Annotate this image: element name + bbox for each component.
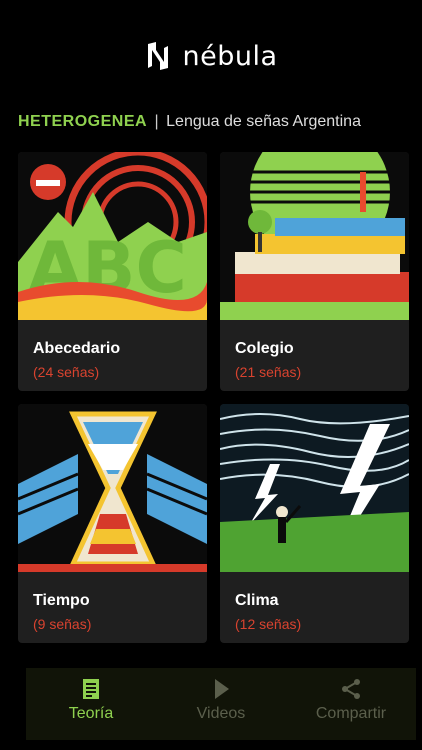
card-title: Tiempo [33,592,90,609]
section-subtitle: Lengua de señas Argentina [166,113,361,130]
app-screen: nébula HETEROGENEA | Lengua de señas Arg… [0,0,422,750]
nav-compartir[interactable]: Compartir [286,668,416,740]
nav-videos[interactable]: Videos [156,668,286,740]
section-brand: HETEROGENEA [18,113,148,130]
app-logo: nébula [0,40,422,72]
category-card-clima[interactable]: Clima (12 señas) [220,404,409,643]
nav-label: Videos [196,705,246,722]
category-card-colegio[interactable]: Colegio (21 señas) [220,152,409,391]
nav-label: Compartir [315,705,387,722]
hourglass-illustration [18,404,207,572]
section-separator: | [154,113,159,130]
card-count: (21 señas) [235,364,302,380]
share-icon [342,679,360,699]
card-count: (24 señas) [33,364,100,380]
bottom-navigation: Teoría Videos Compartir [26,668,416,740]
nebula-logo-icon [148,42,169,70]
card-count: (12 señas) [235,616,302,632]
nav-teoria[interactable]: Teoría [26,668,156,740]
category-grid: ABC Abecedario (24 señas) Colegio (21 se… [18,152,409,643]
category-card-abecedario[interactable]: ABC Abecedario (24 señas) [18,152,207,391]
category-card-tiempo[interactable]: Tiempo (9 señas) [18,404,207,643]
logo-text: nébula [182,40,278,72]
card-title: Clima [235,592,279,609]
school-books-illustration [220,152,409,320]
abc-illustration: ABC [18,152,207,320]
card-title: Abecedario [33,340,121,357]
card-count: (9 señas) [33,616,92,632]
play-icon [215,679,229,699]
document-icon [83,679,99,699]
card-title: Colegio [235,340,294,357]
storm-illustration [220,404,409,572]
nav-label: Teoría [68,705,114,722]
section-heading: HETEROGENEA | Lengua de señas Argentina [18,113,361,131]
